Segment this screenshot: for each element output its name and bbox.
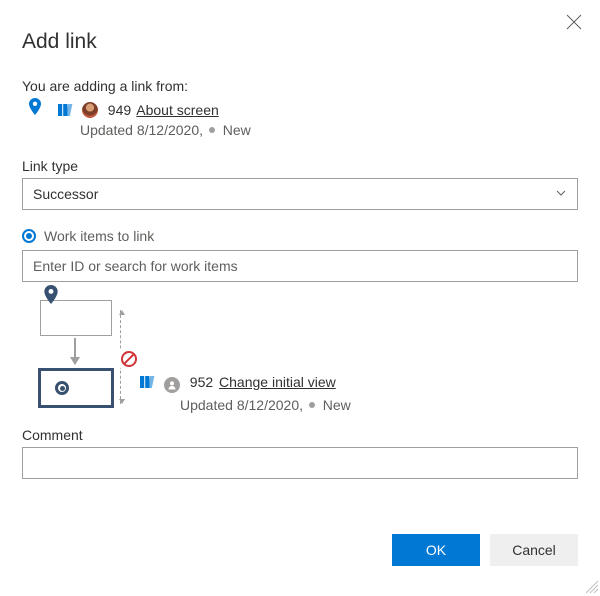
work-item-type-icon [140, 375, 156, 389]
updated-text: Updated 8/12/2020, [180, 397, 303, 413]
work-item-meta: Updated 8/12/2020, New [180, 397, 351, 413]
link-type-select[interactable]: Successor [22, 178, 578, 210]
pin-icon [28, 98, 42, 116]
chevron-down-icon [555, 186, 567, 202]
dialog-title: Add link [22, 30, 578, 54]
comment-label: Comment [22, 427, 578, 443]
work-items-to-link-label: Work items to link [22, 228, 578, 244]
link-type-label: Link type [22, 158, 578, 174]
target-icon [22, 229, 36, 243]
cancel-button[interactable]: Cancel [490, 534, 578, 566]
state-text: New [323, 397, 351, 413]
diagram-target-node [40, 370, 112, 406]
work-items-search-input[interactable] [22, 250, 578, 282]
work-item-id: 949 [108, 102, 131, 118]
work-item-meta: Updated 8/12/2020, New [80, 122, 578, 138]
work-item-title-link[interactable]: Change initial view [219, 374, 336, 390]
work-item-id: 952 [190, 374, 213, 390]
comment-input[interactable] [22, 447, 578, 479]
link-diagram-zone: 952 Change initial view Updated 8/12/202… [22, 300, 578, 413]
link-diagram [22, 300, 124, 406]
no-entry-icon [120, 350, 138, 368]
updated-text: Updated 8/12/2020, [80, 122, 203, 138]
from-label: You are adding a link from: [22, 78, 578, 94]
work-item-title-link[interactable]: About screen [136, 102, 219, 118]
dialog-footer: OK Cancel [392, 534, 578, 566]
resize-grip-icon[interactable] [586, 580, 598, 592]
close-icon [566, 14, 582, 30]
unassigned-avatar-icon [164, 377, 180, 393]
state-dot-icon [209, 127, 215, 133]
state-text: New [223, 122, 251, 138]
arrow-down-icon [74, 338, 76, 364]
link-type-value: Successor [33, 186, 98, 202]
diagram-source-node [40, 300, 112, 336]
close-button[interactable] [566, 14, 582, 30]
work-items-to-link-text: Work items to link [44, 228, 154, 244]
linked-work-item: 952 Change initial view Updated 8/12/202… [140, 374, 351, 413]
avatar [82, 102, 98, 118]
state-dot-icon [309, 402, 315, 408]
source-work-item: 949 About screen Updated 8/12/2020, New [22, 102, 578, 138]
ok-button[interactable]: OK [392, 534, 480, 566]
work-item-type-icon [58, 103, 74, 117]
target-icon [55, 381, 69, 395]
pin-icon [43, 285, 59, 308]
